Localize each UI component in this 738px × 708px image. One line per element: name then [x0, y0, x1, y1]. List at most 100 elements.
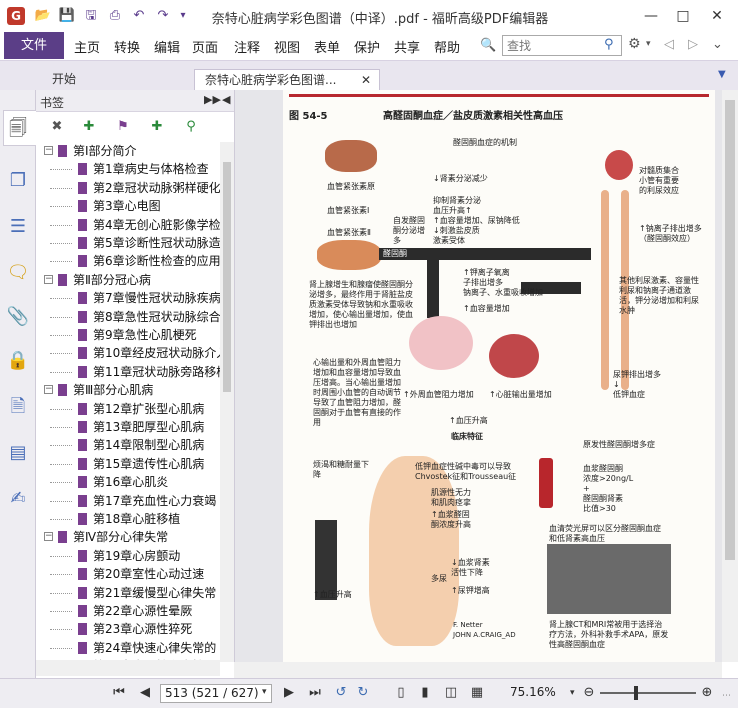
next-page-icon[interactable]: ▶ — [280, 684, 298, 702]
document-vertical-scrollbar[interactable] — [722, 90, 738, 662]
content-panel-icon[interactable]: 🗎 — [5, 394, 31, 420]
forward-icon[interactable]: ▷ — [688, 37, 698, 52]
bookmark-search-icon[interactable]: ⚲ — [182, 118, 200, 136]
facing-view-icon[interactable]: ◫ — [442, 684, 460, 702]
menu-protect[interactable]: 保护 — [354, 37, 380, 56]
bookmark-section[interactable]: 第Ⅰ部分简介 — [58, 142, 137, 160]
bookmarks-scroll-thumb[interactable] — [223, 162, 231, 392]
save-icon[interactable]: 💾 — [58, 7, 76, 25]
app-logo-icon[interactable]: G — [7, 7, 25, 25]
menu-view[interactable]: 视图 — [274, 37, 300, 56]
bookmark-chapter[interactable]: 第15章遗传性心肌病 — [78, 455, 204, 473]
zoom-slider[interactable] — [600, 692, 696, 694]
document-horizontal-scrollbar[interactable] — [234, 662, 722, 678]
expand-collapse-icon[interactable]: − — [44, 146, 53, 155]
zoom-in-icon[interactable]: ⊕ — [698, 684, 716, 702]
previous-page-icon[interactable]: ◀ — [136, 684, 154, 702]
tab-list-dropdown-icon[interactable]: ▼ — [718, 69, 726, 80]
gear-dropdown-icon[interactable]: ▾ — [646, 39, 651, 49]
bookmark-chapter[interactable]: 第3章心电图 — [78, 197, 161, 215]
menu-home[interactable]: 主页 — [74, 37, 100, 56]
undo-icon[interactable]: ↶ — [130, 7, 148, 25]
last-page-icon[interactable]: ⏭ — [306, 684, 324, 702]
bookmark-chapter[interactable]: 第10章经皮冠状动脉介入 — [78, 344, 220, 362]
bookmark-chapter[interactable]: 第23章心源性猝死 — [78, 620, 192, 638]
attachments-panel-icon[interactable]: 📎 — [5, 304, 31, 330]
search-icon[interactable]: ⚲ — [604, 37, 614, 52]
document-scroll-thumb[interactable] — [725, 100, 735, 560]
menu-share[interactable]: 共享 — [394, 37, 420, 56]
tab-close-icon[interactable]: ✕ — [361, 70, 371, 90]
file-menu-button[interactable]: 文件 — [4, 32, 64, 59]
zoom-level[interactable]: 75.16% — [510, 685, 556, 699]
pdf-page[interactable]: 图 54-5 高醛固酮血症／盐皮质激素相关性高血压 醛固酮血症的机制 血管紧张素… — [283, 90, 715, 662]
bookmark-chapter[interactable]: 第17章充血性心力衰竭 — [78, 492, 216, 510]
bookmark-chapter[interactable]: 第7章慢性冠状动脉疾病 — [78, 289, 220, 307]
previous-view-icon[interactable]: ↺ — [332, 684, 350, 702]
security-panel-icon[interactable]: 🔒 — [5, 348, 31, 374]
find-tool-icon[interactable]: 🔍 — [480, 38, 496, 53]
bookmark-chapter[interactable]: 第14章限制型心肌病 — [78, 436, 204, 454]
bookmarks-vertical-scrollbar[interactable] — [220, 142, 234, 662]
bookmark-chapter[interactable]: 第11章冠状动脉旁路移植 — [78, 363, 220, 381]
customize-dropdown-icon[interactable]: ▾ — [174, 7, 192, 25]
first-page-icon[interactable]: ⏮ — [110, 684, 128, 702]
bookmark-chapter[interactable]: 第20章室性心动过速 — [78, 565, 204, 583]
bookmark-panel-icon[interactable]: 🗐 — [5, 116, 31, 142]
bookmark-chapter[interactable]: 第4章无创心脏影像学检查 — [78, 216, 220, 234]
minimize-button[interactable]: — — [636, 4, 666, 28]
page-number-input[interactable]: 513 (521 / 627) — [160, 684, 272, 703]
expand-collapse-icon[interactable]: − — [44, 275, 53, 284]
bookmark-section[interactable]: 第Ⅳ部分心律失常 — [58, 528, 168, 546]
gear-icon[interactable]: ⚙ — [628, 36, 641, 52]
bookmark-delete-icon[interactable]: ✖ — [48, 118, 66, 136]
bookmark-add-icon[interactable]: ✚ — [80, 118, 98, 136]
bookmark-chapter[interactable]: 第13章肥厚型心肌病 — [78, 418, 204, 436]
bookmark-expand-icon[interactable]: ⚑ — [114, 118, 132, 136]
bookmark-section[interactable]: 第Ⅲ部分心肌病 — [58, 381, 153, 399]
menu-form[interactable]: 表单 — [314, 37, 340, 56]
resize-grip-icon[interactable]: ⋯ — [722, 691, 731, 701]
bookmark-chapter[interactable]: 第9章急性心肌梗死 — [78, 326, 197, 344]
bookmark-chapter[interactable]: 第16章心肌炎 — [78, 473, 168, 491]
menu-page[interactable]: 页面 — [192, 37, 218, 56]
expand-collapse-icon[interactable]: − — [44, 385, 53, 394]
bookmarks-horizontal-scrollbar[interactable] — [36, 660, 220, 676]
bookmark-new-child-icon[interactable]: ✚ — [148, 118, 166, 136]
menu-comment[interactable]: 注释 — [234, 37, 260, 56]
collapse-panel-icon[interactable]: ◀ — [222, 93, 230, 106]
comments-panel-icon[interactable]: 🗨 — [5, 260, 31, 286]
tab-start[interactable]: 开始 — [42, 69, 192, 91]
bookmark-chapter[interactable]: 第24章快速心律失常的 — [78, 639, 216, 657]
bookmark-chapter[interactable]: 第19章心房颤动 — [78, 547, 180, 565]
bookmark-chapter[interactable]: 第5章诊断性冠状动脉造影 — [78, 234, 220, 252]
zoom-dropdown-icon[interactable]: ▾ — [570, 688, 575, 698]
bookmark-chapter[interactable]: 第1章病史与体格检查 — [78, 160, 209, 178]
ribbon-toggle-icon[interactable]: ⌄ — [712, 37, 723, 52]
zoom-out-icon[interactable]: ⊖ — [580, 684, 598, 702]
expand-collapse-icon[interactable]: − — [44, 532, 53, 541]
bookmark-chapter[interactable]: 第12章扩张型心肌病 — [78, 400, 204, 418]
maximize-button[interactable]: □ — [668, 4, 698, 28]
menu-help[interactable]: 帮助 — [434, 37, 460, 56]
signature-panel-icon[interactable]: ✍ — [5, 486, 31, 512]
zoom-slider-thumb[interactable] — [634, 686, 638, 700]
document-viewport[interactable]: 图 54-5 高醛固酮血症／盐皮质激素相关性高血压 醛固酮血症的机制 血管紧张素… — [234, 90, 722, 662]
continuous-facing-view-icon[interactable]: ▦ — [468, 684, 486, 702]
print-icon[interactable]: ⎙ — [106, 7, 124, 25]
bookmark-section[interactable]: 第Ⅱ部分冠心病 — [58, 271, 151, 289]
layers-panel-icon[interactable]: ☰ — [5, 214, 31, 240]
panel-options-icon[interactable]: ▶▶ — [204, 93, 221, 106]
next-view-icon[interactable]: ↻ — [354, 684, 372, 702]
menu-edit[interactable]: 编辑 — [154, 37, 180, 56]
bookmark-chapter[interactable]: 第2章冠状动脉粥样硬化 — [78, 179, 220, 197]
bookmark-chapter[interactable]: 第6章诊断性检查的应用 — [78, 252, 220, 270]
tab-document[interactable]: 奈特心脏病学彩色图谱... ✕ — [194, 69, 380, 91]
pages-panel-icon[interactable]: ❐ — [5, 168, 31, 194]
continuous-view-icon[interactable]: ▮ — [416, 684, 434, 702]
bookmark-chapter[interactable]: 第8章急性冠状动脉综合征 — [78, 308, 220, 326]
bookmark-chapter[interactable]: 第22章心源性晕厥 — [78, 602, 192, 620]
bookmark-chapter[interactable]: 第21章缓慢型心律失常 — [78, 584, 216, 602]
close-button[interactable]: ✕ — [702, 4, 732, 28]
single-page-view-icon[interactable]: ▯ — [392, 684, 410, 702]
